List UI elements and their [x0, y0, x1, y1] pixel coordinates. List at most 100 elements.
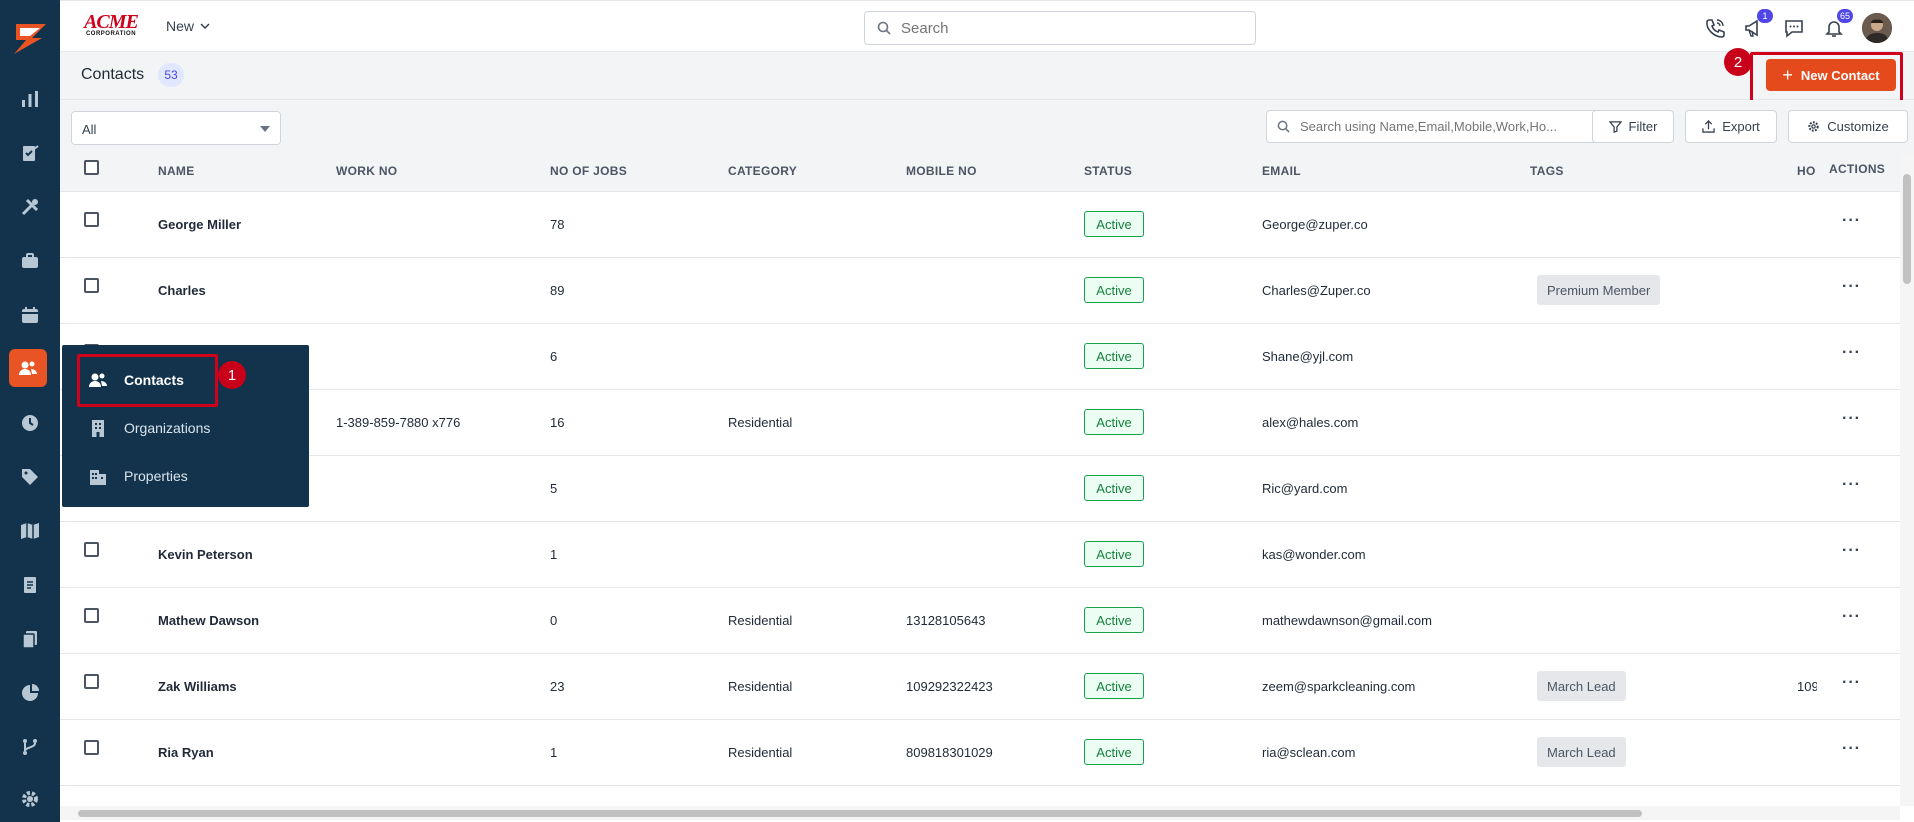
contacts-count-badge: 53 — [158, 63, 184, 87]
view-select[interactable]: All — [71, 111, 281, 145]
campaign-megaphone-icon[interactable]: 1 — [1741, 9, 1773, 41]
row-actions-menu-icon[interactable]: ··· — [1842, 344, 1861, 362]
table-row[interactable]: Mathew Dawson 0 Residential 13128105643 math… — [60, 588, 1900, 654]
table-row[interactable]: 6 Shane@yjl.com Active ··· — [60, 324, 1900, 390]
new-menu-dropdown[interactable]: New — [166, 18, 210, 34]
nav-calendar-icon[interactable] — [14, 299, 46, 331]
global-search[interactable] — [864, 11, 1256, 45]
table-row[interactable]: 1-389-859-7880 x776 16 Residential alex@hal… — [60, 390, 1900, 456]
nav-tools-icon[interactable] — [14, 191, 46, 223]
row-actions-menu-icon[interactable]: ··· — [1842, 542, 1861, 560]
status-badge: Active — [1084, 277, 1144, 303]
vertical-scrollbar[interactable] — [1900, 154, 1914, 806]
vertical-scroll-thumb[interactable] — [1903, 174, 1911, 284]
nav-tag-icon[interactable] — [14, 461, 46, 493]
horizontal-scrollbar[interactable] — [60, 806, 1900, 820]
cell-home-no: 109 — [1797, 679, 1817, 694]
status-badge: Active — [1084, 541, 1144, 567]
export-button[interactable]: Export — [1685, 110, 1777, 143]
status-badge: Active — [1084, 409, 1144, 435]
nav-documents-icon[interactable] — [14, 623, 46, 655]
nav-invoice-icon[interactable] — [14, 569, 46, 601]
caret-down-icon — [260, 126, 270, 132]
row-actions-menu-icon[interactable]: ··· — [1842, 740, 1861, 758]
company-logo[interactable]: ACME CORPORATION — [80, 11, 142, 41]
horizontal-scroll-thumb[interactable] — [78, 810, 1642, 817]
column-header-mobile-no[interactable]: MOBILE NO — [906, 164, 977, 178]
column-header-email[interactable]: EMAIL — [1262, 164, 1301, 178]
cell-name[interactable]: Mathew Dawson — [158, 613, 259, 628]
row-checkbox[interactable] — [84, 212, 99, 227]
row-actions-menu-icon[interactable]: ··· — [1842, 674, 1861, 692]
column-header-no-of-jobs[interactable]: NO OF JOBS — [550, 164, 627, 178]
nav-dashboard-icon[interactable] — [14, 83, 46, 115]
cell-mobile-no: 809818301029 — [906, 745, 993, 760]
nav-briefcase-icon[interactable] — [14, 245, 46, 277]
nav-jobs-icon[interactable] — [14, 137, 46, 169]
table-row[interactable]: 5 Ric@yard.com Active ··· — [60, 456, 1900, 522]
row-actions-menu-icon[interactable]: ··· — [1842, 278, 1861, 296]
table-row[interactable]: Kevin Peterson 1 kas@wonder.com Active ··· — [60, 522, 1900, 588]
table-row[interactable]: Ria Ryan 1 Residential 809818301029 ria@scle… — [60, 720, 1900, 786]
nav-customers-icon[interactable] — [9, 349, 47, 387]
select-all-checkbox[interactable] — [84, 160, 99, 175]
row-actions-menu-icon[interactable]: ··· — [1842, 410, 1861, 428]
nav-reports-icon[interactable] — [14, 677, 46, 709]
cell-name[interactable]: Zak Williams — [158, 679, 237, 694]
flyout-item-properties[interactable]: Properties — [88, 466, 188, 486]
cell-no-of-jobs: 6 — [550, 349, 558, 364]
nav-settings-icon[interactable] — [14, 783, 46, 815]
highlight-new-contact — [1750, 52, 1903, 104]
table-row[interactable]: Charles 89 Charles@Zuper.co Active Premium M… — [60, 258, 1900, 324]
nav-timesheet-icon[interactable] — [14, 407, 46, 439]
cell-category: Residential — [728, 679, 793, 694]
cell-name[interactable]: Kevin Peterson — [158, 547, 253, 562]
customize-button[interactable]: Customize — [1788, 110, 1908, 143]
global-search-input[interactable] — [901, 19, 1221, 37]
column-header-name[interactable]: NAME — [158, 164, 195, 178]
nav-workflow-icon[interactable] — [14, 731, 46, 763]
user-avatar[interactable] — [1862, 13, 1892, 43]
row-checkbox[interactable] — [84, 608, 99, 623]
app-logo-icon[interactable] — [8, 18, 52, 58]
table-search[interactable] — [1266, 110, 1640, 143]
flyout-item-organizations[interactable]: Organizations — [88, 418, 210, 438]
chevron-down-icon — [200, 23, 210, 30]
cell-no-of-jobs: 1 — [550, 745, 558, 760]
cell-name[interactable]: Ria Ryan — [158, 745, 214, 760]
company-logo-wordmark: ACME — [84, 11, 139, 33]
row-actions-menu-icon[interactable]: ··· — [1842, 212, 1861, 230]
table-row[interactable]: Zak Williams 23 Residential 109292322423 zee… — [60, 654, 1900, 720]
column-header-work-no[interactable]: WORK NO — [336, 164, 397, 178]
cell-no-of-jobs: 16 — [550, 415, 565, 430]
row-checkbox[interactable] — [84, 740, 99, 755]
nav-map-icon[interactable] — [14, 515, 46, 547]
column-header-tags[interactable]: TAGS — [1530, 164, 1564, 178]
cell-name[interactable]: Charles — [158, 283, 206, 298]
row-checkbox[interactable] — [84, 278, 99, 293]
row-actions-menu-icon[interactable]: ··· — [1842, 608, 1861, 626]
notification-bell-icon[interactable]: 65 — [1821, 9, 1853, 41]
column-header-category[interactable]: CATEGORY — [728, 164, 797, 178]
row-actions-menu-icon[interactable]: ··· — [1842, 476, 1861, 494]
phone-icon[interactable] — [1702, 15, 1728, 41]
highlight-contacts-item — [77, 354, 218, 407]
cell-name[interactable]: George Miller — [158, 217, 241, 232]
column-header-status[interactable]: STATUS — [1084, 164, 1132, 178]
row-checkbox[interactable] — [84, 542, 99, 557]
row-checkbox[interactable] — [84, 674, 99, 689]
table-search-input[interactable] — [1300, 119, 1630, 134]
search-icon — [877, 21, 891, 35]
tag-chip: Premium Member — [1537, 275, 1661, 305]
filter-button[interactable]: Filter — [1592, 110, 1674, 143]
building-icon — [92, 420, 104, 437]
cell-no-of-jobs: 0 — [550, 613, 558, 628]
cell-no-of-jobs: 89 — [550, 283, 565, 298]
cell-no-of-jobs: 78 — [550, 217, 565, 232]
chat-icon[interactable] — [1781, 15, 1807, 41]
table-row[interactable]: George Miller 78 George@zuper.co Active ··· — [60, 192, 1900, 258]
status-badge: Active — [1084, 739, 1144, 765]
campaign-badge: 1 — [1757, 9, 1773, 23]
column-header-home-no[interactable]: HO — [1797, 164, 1816, 178]
cell-category: Residential — [728, 415, 793, 430]
